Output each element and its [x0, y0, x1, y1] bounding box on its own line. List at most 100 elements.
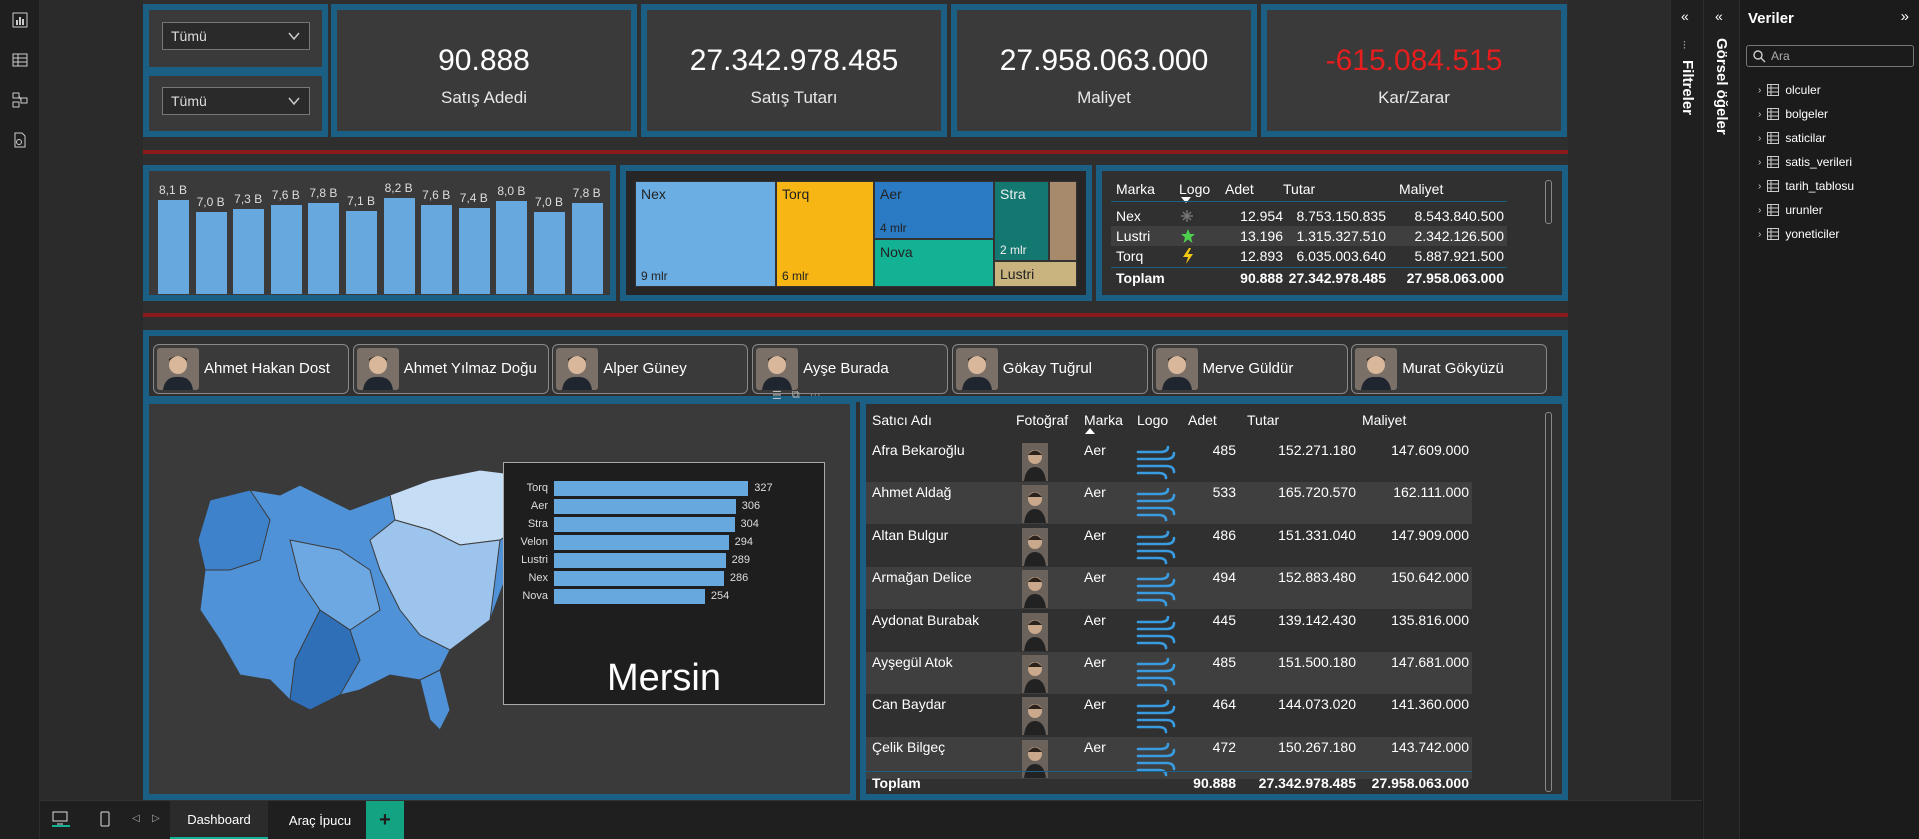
- cell-satici: Aydonat Burabak: [872, 611, 980, 628]
- divider-line: [143, 313, 1568, 317]
- col-header-maliyet[interactable]: Maliyet: [1399, 181, 1443, 197]
- sort-arrow-icon: [1181, 197, 1191, 203]
- col-header-maliyet[interactable]: Maliyet: [1362, 412, 1406, 428]
- prev-page-icon[interactable]: ◁: [132, 813, 140, 824]
- bar[interactable]: [195, 212, 227, 294]
- treemap-cell-other[interactable]: [1049, 181, 1077, 261]
- bar[interactable]: [383, 198, 415, 294]
- table-row[interactable]: Lustri 13.196 1.315.327.510 2.342.126.50…: [1111, 226, 1507, 246]
- bar[interactable]: [346, 211, 377, 294]
- next-page-icon[interactable]: ▷: [152, 813, 160, 824]
- table-row[interactable]: Ahmet Aldağ Aer 533 165.720.570 162.111.000: [866, 482, 1472, 525]
- visuals-label[interactable]: Görsel öğeler: [1713, 38, 1730, 135]
- more-options-icon[interactable]: ···: [810, 389, 821, 402]
- table-row[interactable]: Torq 12.893 6.035.003.640 5.887.921.500: [1111, 246, 1507, 266]
- cell-adet: 486: [1212, 526, 1236, 543]
- bar[interactable]: [458, 207, 490, 294]
- field-table-item[interactable]: › urunler: [1758, 203, 1823, 217]
- add-page-button[interactable]: +: [366, 801, 404, 839]
- bar[interactable]: [308, 203, 340, 294]
- kpi-card-sales[interactable]: 27.342.978.485 Satış Tutarı: [641, 4, 947, 137]
- focus-mode-icon[interactable]: ⧉: [792, 389, 800, 402]
- col-header-fotograf[interactable]: Fotoğraf: [1016, 412, 1068, 428]
- treemap-cell-lustri[interactable]: Lustri: [994, 261, 1077, 287]
- bar[interactable]: [158, 199, 189, 294]
- treemap-label: Nova: [880, 244, 913, 260]
- field-table-item[interactable]: › bolgeler: [1758, 107, 1828, 121]
- dropdown-1-value: Tümü: [171, 28, 207, 44]
- salesperson-name: Merve Güldür: [1202, 360, 1294, 377]
- field-table-item[interactable]: › satis_verileri: [1758, 155, 1852, 169]
- col-header-satici[interactable]: Satıcı Adı: [872, 412, 932, 428]
- bar[interactable]: [534, 212, 565, 294]
- cell-maliyet: 8.543.840.500: [1414, 208, 1504, 224]
- tab-dashboard[interactable]: Dashboard: [170, 801, 268, 839]
- col-header-adet[interactable]: Adet: [1225, 181, 1254, 197]
- salesperson-item[interactable]: Alper Güney: [552, 344, 749, 394]
- treemap-cell-torq[interactable]: Torq 6 mlr: [776, 181, 874, 287]
- salesperson-item[interactable]: Gökay Tuğrul: [951, 344, 1148, 394]
- col-header-tutar[interactable]: Tutar: [1283, 181, 1315, 197]
- bar[interactable]: [421, 205, 453, 294]
- salesperson-item[interactable]: Murat Gökyüzü: [1351, 344, 1548, 394]
- col-header-marka[interactable]: Marka: [1084, 412, 1123, 428]
- table-view-icon[interactable]: [8, 48, 32, 72]
- search-input[interactable]: Ara: [1746, 45, 1914, 67]
- map-tooltip: Torq 327 Aer 306 Stra 304 Velon 294 Lustri 289 Nex…: [503, 462, 825, 705]
- table-row[interactable]: Aydonat Burabak Aer 445 139.142.430 135.816.…: [866, 610, 1472, 652]
- kpi-card-cost[interactable]: 27.958.063.000 Maliyet: [951, 4, 1257, 137]
- filter-dropdown-2[interactable]: Tümü: [162, 87, 310, 115]
- bar[interactable]: [496, 200, 528, 294]
- kpi-card-quantity[interactable]: 90.888 Satış Adedi: [331, 4, 637, 137]
- treemap-cell-aer[interactable]: Aer 4 mlr: [874, 181, 994, 239]
- bar[interactable]: [233, 208, 265, 294]
- field-table-item[interactable]: › yoneticiler: [1758, 227, 1839, 241]
- salesperson-item[interactable]: Merve Güldür: [1151, 344, 1348, 394]
- col-header-adet[interactable]: Adet: [1188, 412, 1217, 428]
- filters-pane[interactable]: « ⫶ Filtreler: [1670, 0, 1703, 800]
- field-table-item[interactable]: › olculer: [1758, 83, 1821, 97]
- salesperson-item[interactable]: Ayşe Burada: [752, 344, 949, 394]
- treemap-cell-nova[interactable]: Nova: [874, 239, 994, 287]
- total-maliyet: 27.958.063.000: [1406, 270, 1504, 286]
- avatar: [1155, 348, 1198, 390]
- kpi-card-profit[interactable]: -615.084.515 Kar/Zarar: [1261, 4, 1567, 137]
- table-name: bolgeler: [1785, 107, 1829, 121]
- table-row[interactable]: Nex 12.954 8.753.150.835 8.543.840.500: [1111, 206, 1507, 226]
- col-header-tutar[interactable]: Tutar: [1247, 412, 1279, 428]
- dax-query-icon[interactable]: [8, 128, 32, 152]
- treemap-cell-nex[interactable]: Nex 9 mlr: [635, 181, 776, 287]
- table-scrollbar[interactable]: [1545, 412, 1552, 792]
- table-row[interactable]: Afra Bekaroğlu Aer 485 152.271.180 147.609.0…: [866, 440, 1472, 482]
- report-view-icon[interactable]: [8, 8, 32, 32]
- salesperson-item[interactable]: Ahmet Yılmaz Doğu: [352, 344, 549, 394]
- field-table-item[interactable]: › tarih_tablosu: [1758, 179, 1854, 193]
- filter-dropdown-1[interactable]: Tümü: [162, 22, 310, 50]
- collapse-icon[interactable]: «: [1681, 8, 1689, 24]
- salesperson-item[interactable]: Ahmet Hakan Dost: [153, 344, 349, 394]
- table-scrollbar[interactable]: [1545, 180, 1552, 224]
- tab-arac-ipucu[interactable]: Araç İpucu: [272, 801, 368, 839]
- mobile-view-icon[interactable]: [100, 811, 110, 832]
- filters-label[interactable]: Filtreler: [1679, 60, 1696, 115]
- cell-marka: Nex: [1116, 208, 1141, 224]
- bar[interactable]: [571, 203, 603, 294]
- filter-icon[interactable]: ☰: [772, 389, 782, 402]
- col-header-logo[interactable]: Logo: [1137, 412, 1168, 428]
- field-table-item[interactable]: › saticilar: [1758, 131, 1826, 145]
- expand-icon[interactable]: »: [1901, 8, 1909, 25]
- table-row[interactable]: Ayşegül Atok Aer 485 151.500.180 147.681.000: [866, 652, 1472, 694]
- col-header-logo[interactable]: Logo: [1179, 181, 1210, 197]
- treemap-cell-stra[interactable]: Stra 2 mlr: [994, 181, 1049, 261]
- table-row[interactable]: Armağan Delice Aer 494 152.883.480 150.642.0…: [866, 567, 1472, 610]
- cell-marka: Torq: [1116, 248, 1144, 264]
- desktop-view-icon[interactable]: [52, 811, 70, 827]
- table-row[interactable]: Altan Bulgur Aer 486 151.331.040 147.909.000: [866, 525, 1472, 567]
- col-header-marka[interactable]: Marka: [1116, 181, 1155, 197]
- collapse-icon[interactable]: «: [1715, 8, 1723, 24]
- monthly-sales-chart[interactable]: 8,1 B 7,0 B 7,3 B 7,6 B 7,8 B 7,1 B 8,2 B 7,6 B…: [143, 165, 616, 301]
- visuals-pane[interactable]: « Görsel öğeler: [1703, 0, 1739, 839]
- model-view-icon[interactable]: [8, 88, 32, 112]
- bar[interactable]: [270, 205, 302, 294]
- table-row[interactable]: Can Baydar Aer 464 144.073.020 141.360.000: [866, 694, 1472, 736]
